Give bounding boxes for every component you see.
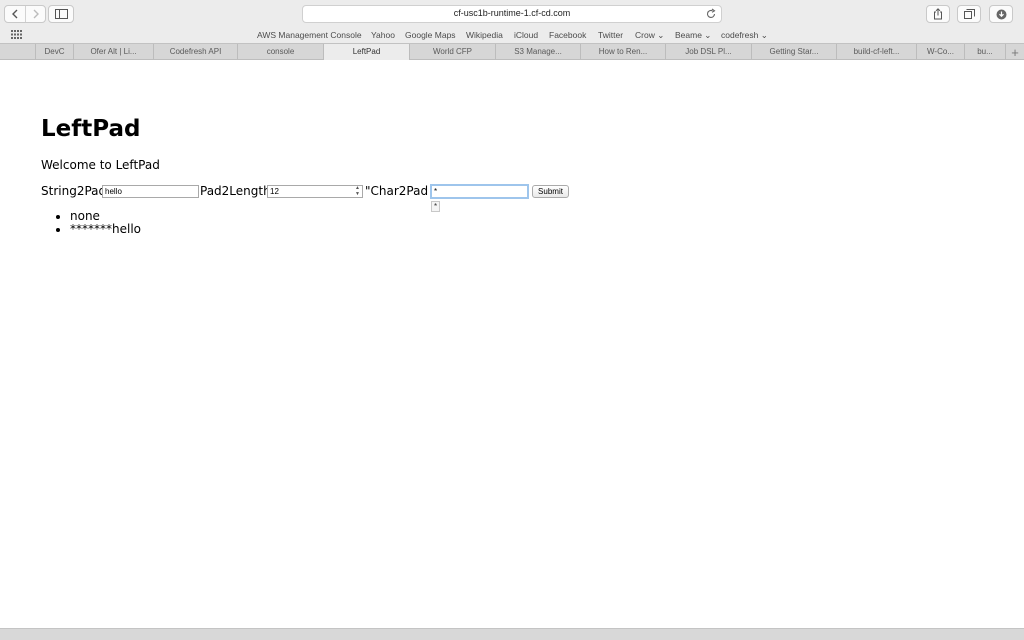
favorite-wikipedia[interactable]: Wikipedia — [466, 30, 503, 40]
downloads-button[interactable] — [989, 5, 1013, 23]
tab-how-to-render[interactable]: How to Ren... — [581, 44, 666, 60]
char2pad-input[interactable]: * — [430, 184, 529, 199]
stepper-down-icon[interactable]: ▼ — [354, 191, 361, 198]
tab-world-cfp[interactable]: World CFP — [410, 44, 496, 60]
tab-leftpad[interactable]: LeftPad — [324, 44, 410, 60]
tab-label: bu... — [977, 47, 993, 56]
tab-label: S3 Manage... — [514, 47, 562, 56]
share-button[interactable] — [926, 5, 950, 23]
tab-label: How to Ren... — [598, 47, 648, 56]
tab-job-dsl[interactable]: Job DSL Pl... — [666, 44, 752, 60]
forward-button[interactable] — [25, 6, 45, 22]
pad2length-label: Pad2Length — [200, 184, 271, 198]
tab-devc[interactable]: DevC — [36, 44, 74, 60]
tab-getting-started[interactable]: Getting Star... — [752, 44, 837, 60]
tab-overview-button[interactable] — [957, 5, 981, 23]
page-title: LeftPad — [41, 116, 141, 142]
tab-codefresh-api[interactable]: Codefresh API — [154, 44, 238, 60]
tab-label: LeftPad — [352, 47, 381, 56]
favorite-twitter[interactable]: Twitter — [598, 30, 623, 40]
new-tab-button[interactable]: + — [1006, 44, 1024, 60]
tab-pinned[interactable] — [0, 44, 36, 60]
address-bar[interactable]: cf-usc1b-runtime-1.cf-cd.com — [302, 5, 722, 23]
chevron-right-icon — [33, 9, 39, 19]
tab-label: console — [266, 47, 295, 56]
tabs-icon — [963, 9, 975, 19]
tab-label: DevC — [44, 47, 65, 56]
string2pad-input[interactable]: hello — [102, 185, 199, 198]
tab-label: World CFP — [433, 47, 472, 56]
pad2length-value: 12 — [270, 187, 279, 196]
favorites-bar: AWS Management Console Yahoo Google Maps… — [0, 27, 1024, 43]
favorite-icloud[interactable]: iCloud — [514, 30, 538, 40]
favorite-codefresh-folder[interactable]: codefresh ⌄ — [721, 30, 768, 41]
favorite-google-maps[interactable]: Google Maps — [405, 30, 456, 40]
autocomplete-suggestion[interactable]: * — [431, 201, 440, 212]
top-sites-grid-icon[interactable] — [11, 30, 22, 39]
reload-icon[interactable] — [705, 8, 717, 20]
address-url: cf-usc1b-runtime-1.cf-cd.com — [453, 8, 571, 18]
tab-label: Ofer Alt | Li... — [90, 47, 137, 56]
favorite-crow-folder[interactable]: Crow ⌄ — [635, 30, 664, 41]
navigation-buttons — [4, 5, 46, 23]
tab-ofer-alt[interactable]: Ofer Alt | Li... — [74, 44, 154, 60]
pad2length-input[interactable]: 12 ▲ ▼ — [267, 185, 363, 198]
chevron-left-icon — [12, 9, 18, 19]
submit-button[interactable]: Submit — [532, 185, 569, 198]
tab-console[interactable]: console — [238, 44, 324, 60]
tab-s3-management[interactable]: S3 Manage... — [496, 44, 581, 60]
tab-build-cf-leftpad[interactable]: build-cf-left... — [837, 44, 917, 60]
tab-bu[interactable]: bu... — [965, 44, 1006, 60]
browser-toolbar: cf-usc1b-runtime-1.cf-cd.com — [0, 0, 1024, 27]
tab-label: Job DSL Pl... — [685, 47, 732, 56]
sidebar-icon — [54, 9, 68, 19]
char2pad-label: "Char2Pad " — [365, 184, 438, 198]
list-item: *******hello — [70, 223, 141, 236]
favorite-aws-console[interactable]: AWS Management Console — [257, 30, 362, 40]
tab-label: build-cf-left... — [853, 47, 900, 56]
welcome-text: Welcome to LeftPad — [41, 158, 160, 172]
tab-w-co[interactable]: W-Co... — [917, 44, 965, 60]
results-list: none *******hello — [59, 210, 141, 236]
favorite-beame-folder[interactable]: Beame ⌄ — [675, 30, 711, 41]
string2pad-label: String2Pad — [41, 184, 107, 198]
back-button[interactable] — [5, 6, 25, 22]
number-stepper[interactable]: ▲ ▼ — [354, 186, 361, 197]
sidebar-toggle-button[interactable] — [48, 5, 74, 23]
favorite-facebook[interactable]: Facebook — [549, 30, 586, 40]
favorite-yahoo[interactable]: Yahoo — [371, 30, 395, 40]
download-icon — [996, 9, 1006, 19]
tab-label: W-Co... — [927, 47, 954, 56]
tab-label: Getting Star... — [769, 47, 819, 56]
tab-bar: DevC Ofer Alt | Li... Codefresh API cons… — [0, 43, 1024, 60]
share-icon — [934, 8, 942, 20]
status-strip — [0, 628, 1024, 640]
tab-label: Codefresh API — [169, 47, 222, 56]
